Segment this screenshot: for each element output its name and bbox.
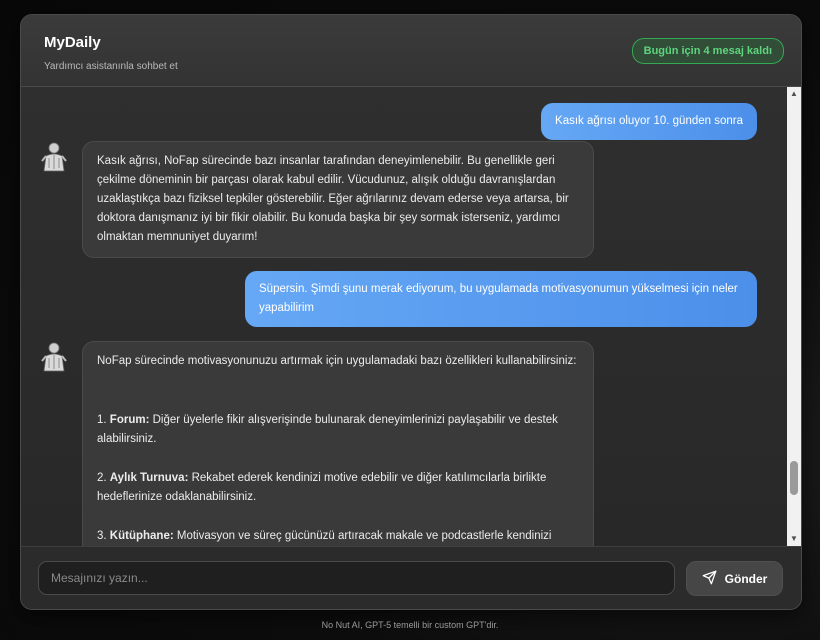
chat-messages[interactable]: Kasık ağrısı oluyor 10. günden sonra Kas…: [21, 87, 787, 546]
user-message-text: Süpersin. Şimdi şunu merak ediyorum, bu …: [259, 283, 738, 314]
assistant-list-item: 3. Kütüphane: Motivasyon ve süreç gücünü…: [97, 530, 552, 542]
chat-window: MyDaily Yardımcı asistanınla sohbet et B…: [20, 14, 802, 610]
scroll-down-arrow-icon[interactable]: ▼: [787, 532, 801, 546]
message-quota-badge: Bugün için 4 mesaj kaldı: [631, 38, 784, 64]
send-icon: [702, 570, 717, 588]
assistant-avatar-icon: [39, 341, 69, 375]
send-button-label: Gönder: [724, 571, 768, 586]
send-button[interactable]: Gönder: [686, 561, 783, 596]
user-message: Süpersin. Şimdi şunu merak ediyorum, bu …: [245, 271, 757, 327]
assistant-list-item: 2. Aylık Turnuva: Rekabet ederek kendini…: [97, 472, 547, 503]
assistant-avatar-icon: [39, 141, 69, 175]
message-input[interactable]: [38, 561, 675, 595]
assistant-list-item: 1. Forum: Diğer üyelerle fikir alışveriş…: [97, 414, 558, 445]
user-message-text: Kasık ağrısı oluyor 10. günden sonra: [555, 115, 743, 127]
footer-note: No Nut AI, GPT-5 temelli bir custom GPT'…: [321, 620, 499, 630]
assistant-message-text: Kasık ağrısı, NoFap sürecinde bazı insan…: [97, 155, 569, 243]
assistant-intro-text: NoFap sürecinde motivasyonunuzu artırmak…: [97, 355, 577, 367]
message-composer: Gönder: [21, 546, 801, 609]
scroll-up-arrow-icon[interactable]: ▲: [787, 87, 801, 101]
header: MyDaily Yardımcı asistanınla sohbet et B…: [21, 15, 801, 87]
assistant-message: NoFap sürecinde motivasyonunuzu artırmak…: [82, 341, 594, 546]
assistant-message: Kasık ağrısı, NoFap sürecinde bazı insan…: [82, 141, 594, 258]
app-subtitle: Yardımcı asistanınla sohbet et: [44, 61, 178, 72]
user-message: Kasık ağrısı oluyor 10. günden sonra: [541, 103, 757, 140]
chat-scrollbar[interactable]: ▲ ▼: [787, 87, 801, 546]
app-title: MyDaily: [44, 34, 101, 51]
scrollbar-thumb[interactable]: [790, 461, 798, 495]
